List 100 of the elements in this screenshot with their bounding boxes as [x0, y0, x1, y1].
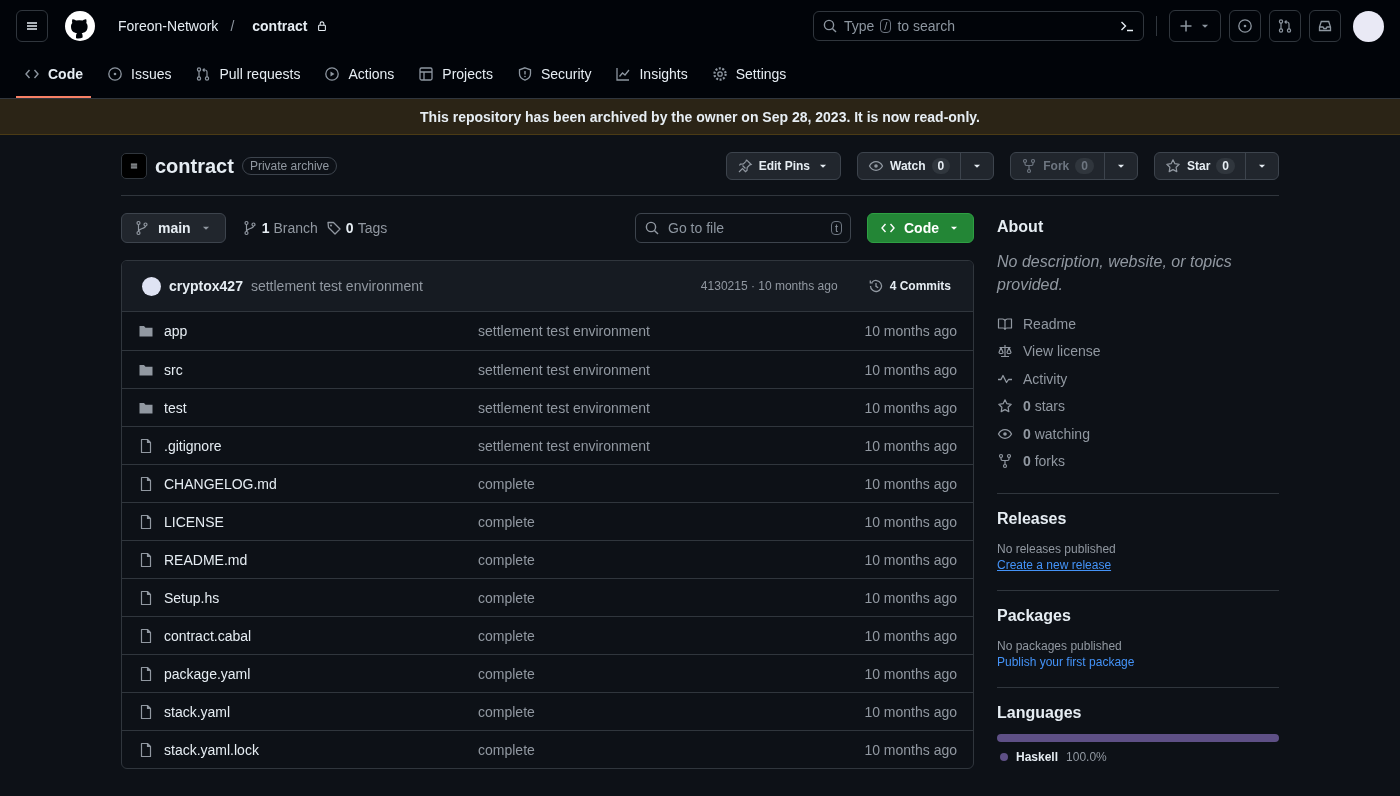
section-heading[interactable]: Releases — [997, 510, 1279, 528]
issue-icon — [1237, 18, 1253, 34]
settings-icon — [711, 66, 728, 82]
code-button[interactable]: Code — [867, 213, 974, 243]
file-icon — [138, 513, 154, 530]
nav-tab[interactable]: Actions — [316, 52, 403, 98]
branches-link[interactable]: 1 Branch — [241, 220, 318, 236]
branch-selector[interactable]: main — [121, 213, 226, 243]
field-placeholder: Go to file — [668, 220, 725, 236]
section-heading[interactable]: Packages — [997, 607, 1279, 625]
commit-message[interactable]: complete — [478, 703, 865, 720]
folder-icon — [138, 323, 154, 339]
scale-icon — [997, 343, 1013, 360]
counter: 0 — [931, 158, 951, 174]
tags-link[interactable]: 0 Tags — [325, 220, 388, 236]
commit-time: 10 months ago — [864, 513, 957, 530]
file-name[interactable]: LICENSE — [164, 513, 224, 530]
file-icon — [138, 551, 154, 568]
commit-message[interactable]: complete — [478, 665, 865, 682]
commit-time: 10 months ago — [864, 627, 957, 644]
nav-tab[interactable]: Insights — [607, 52, 696, 98]
graph-icon — [615, 66, 632, 82]
nav-tab[interactable]: Security — [508, 52, 600, 98]
about-link[interactable]: View license — [1023, 343, 1101, 360]
commit-message[interactable]: settlement test environment — [250, 278, 423, 294]
repo-name[interactable]: contract — [155, 154, 234, 178]
commit-time: 10 months ago — [864, 589, 957, 606]
nav-tab[interactable]: Pull requests — [187, 52, 309, 98]
file-name[interactable]: Setup.hs — [164, 589, 220, 606]
language-name[interactable]: Haskell — [1016, 750, 1059, 764]
dash-icon — [129, 161, 139, 171]
history-icon — [867, 278, 884, 294]
nav-tab[interactable]: Settings — [703, 52, 795, 98]
section-heading: Languages — [997, 704, 1083, 722]
issues-button[interactable] — [1229, 10, 1261, 42]
commit-time: 10 months ago — [864, 361, 957, 378]
commit-hash-time[interactable]: 4130215 · 10 months ago — [700, 279, 838, 293]
about-link[interactable]: Readme — [1023, 315, 1076, 332]
search-icon — [822, 18, 838, 34]
commit-message[interactable]: complete — [478, 627, 865, 644]
commit-time: 10 months ago — [864, 551, 957, 568]
file-name[interactable]: package.yaml — [164, 665, 251, 682]
avatar[interactable] — [1353, 10, 1384, 42]
create-button[interactable] — [1169, 10, 1221, 42]
commit-message[interactable]: settlement test environment — [478, 323, 865, 339]
about-link[interactable]: 0 watching — [1023, 425, 1090, 442]
pull-request-icon — [1277, 18, 1293, 34]
commit-message[interactable]: settlement test environment — [478, 361, 865, 378]
commit-message[interactable]: complete — [478, 551, 865, 568]
archive-banner: This repository has been archived by the owner on Sep 28, 2023. It is now read-only. — [0, 99, 1400, 135]
search-placeholder: Type — [844, 18, 875, 34]
about-link[interactable]: 0 forks — [1023, 453, 1066, 470]
inbox-button[interactable] — [1309, 10, 1341, 42]
pull-request-icon — [195, 66, 212, 82]
pins-button[interactable]: Edit Pins — [726, 153, 840, 179]
commit-message[interactable]: complete — [478, 741, 865, 758]
create-link[interactable]: Create a new release — [997, 558, 1112, 572]
menu-button[interactable] — [16, 10, 48, 42]
file-name[interactable]: stack.yaml.lock — [164, 741, 259, 758]
file-name[interactable]: src — [164, 361, 183, 378]
counter: 0 — [1216, 158, 1235, 174]
table-icon — [418, 66, 435, 82]
file-icon — [138, 589, 154, 606]
file-name[interactable]: test — [164, 399, 187, 416]
about-link[interactable]: Activity — [1023, 370, 1068, 387]
search-icon — [644, 220, 660, 236]
commit-message[interactable]: settlement test environment — [478, 437, 865, 454]
owner-link[interactable]: Foreon-Network — [118, 18, 219, 34]
star-icon — [1164, 158, 1181, 174]
commit-time: 10 months ago — [864, 475, 957, 492]
empty-note: No packages published — [997, 639, 1123, 653]
commit-time: 10 months ago — [864, 741, 957, 758]
plus-icon — [1178, 18, 1194, 34]
commit-author[interactable]: cryptox427 — [169, 278, 243, 294]
file-icon — [138, 437, 154, 454]
file-name[interactable]: contract.cabal — [164, 627, 252, 644]
about-link[interactable]: 0 stars — [1023, 398, 1066, 415]
commit-message[interactable]: complete — [478, 589, 865, 606]
commit-message[interactable]: complete — [478, 513, 865, 530]
create-link[interactable]: Publish your first package — [997, 655, 1135, 669]
commit-message[interactable]: complete — [478, 475, 865, 492]
nav-tab[interactable]: Projects — [410, 52, 501, 98]
commits-link[interactable]: 4 Commits — [861, 277, 957, 295]
nav-tab[interactable]: Issues — [99, 52, 180, 98]
repo-link[interactable]: contract — [252, 18, 308, 34]
author-avatar[interactable] — [142, 276, 161, 296]
file-name[interactable]: .gitignore — [164, 437, 222, 454]
file-name[interactable]: stack.yaml — [164, 703, 231, 720]
file-name[interactable]: CHANGELOG.md — [164, 475, 277, 492]
search-placeholder: to search — [897, 18, 955, 34]
file-name[interactable]: app — [164, 323, 188, 339]
pull-requests-button[interactable] — [1269, 10, 1301, 42]
file-icon — [138, 475, 154, 492]
cat-logo-icon[interactable] — [64, 10, 96, 42]
search-field[interactable]: Type / to search — [813, 11, 1144, 41]
branch-icon — [134, 220, 150, 236]
file-name[interactable]: README.md — [164, 551, 248, 568]
commit-message[interactable]: settlement test environment — [478, 399, 865, 416]
pin-icon — [736, 158, 753, 174]
go-to-file-field[interactable]: Go to file t — [635, 213, 851, 243]
